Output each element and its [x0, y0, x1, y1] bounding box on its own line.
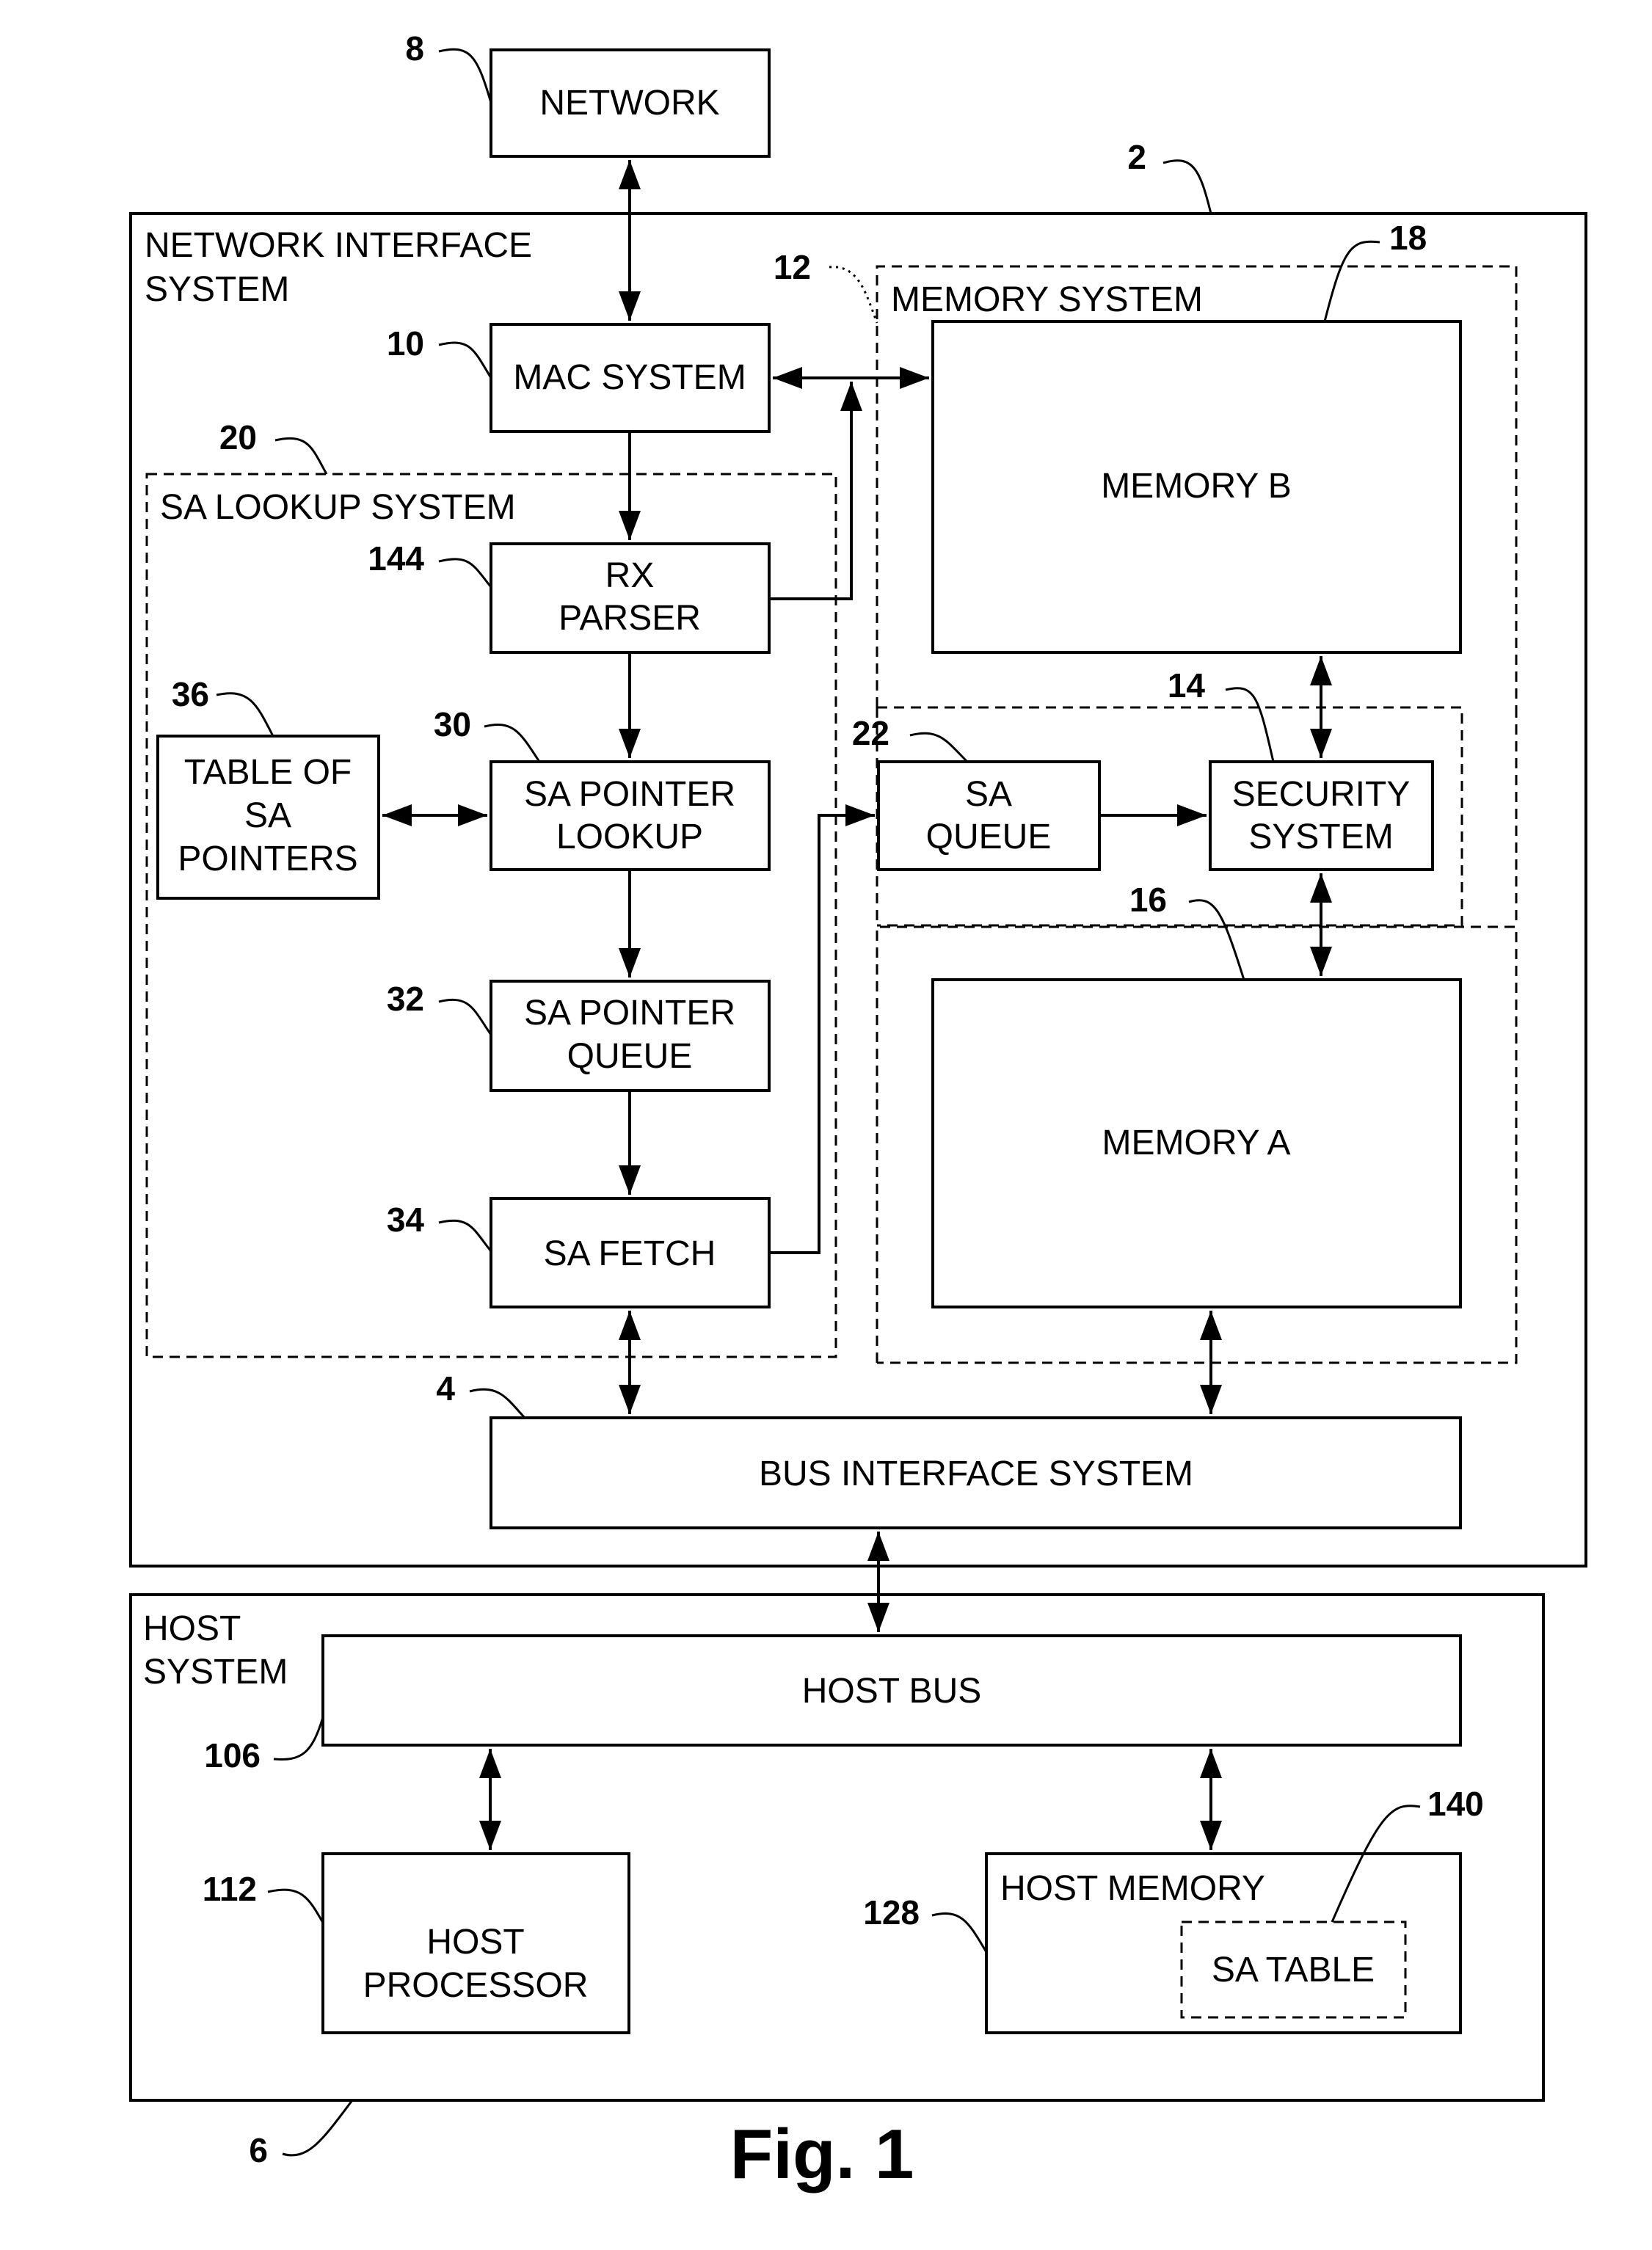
ref-144: 144: [368, 539, 424, 578]
leader-2: [1162, 159, 1212, 214]
ref-2: 2: [1127, 138, 1146, 176]
security-system-line1: SECURITY: [1232, 775, 1411, 814]
leader-6: [282, 2100, 354, 2157]
table-sa-pointers-line2: SA: [244, 796, 291, 835]
ref-22: 22: [852, 714, 889, 752]
rx-parser-label-line1: RX: [605, 556, 655, 595]
host-memory-label: HOST MEMORY: [1000, 1869, 1265, 1908]
mac-system-label: MAC SYSTEM: [513, 358, 746, 397]
ref-106: 106: [204, 1736, 261, 1774]
block-diagram: NETWORK NETWORK INTERFACE SYSTEM MAC SYS…: [129, 29, 1587, 2193]
ref-140: 140: [1427, 1785, 1484, 1823]
sa-queue-line1: SA: [965, 775, 1012, 814]
ref-34: 34: [387, 1201, 425, 1239]
ref-8: 8: [405, 29, 424, 68]
rx-parser-label-line2: PARSER: [558, 599, 701, 638]
host-system-line1: HOST: [143, 1609, 241, 1648]
ref-30: 30: [434, 705, 471, 743]
ref-18: 18: [1389, 219, 1427, 257]
ref-36: 36: [172, 675, 209, 713]
sa-fetch-label: SA FETCH: [544, 1234, 716, 1273]
ref-20: 20: [219, 418, 257, 456]
sa-pointer-queue-line2: QUEUE: [567, 1037, 693, 1076]
sa-lookup-system-label: SA LOOKUP SYSTEM: [160, 488, 516, 527]
table-sa-pointers-line1: TABLE OF: [184, 753, 352, 792]
ref-14: 14: [1168, 666, 1206, 705]
sa-pointer-lookup-line1: SA POINTER: [524, 775, 735, 814]
bus-interface-system-label: BUS INTERFACE SYSTEM: [759, 1455, 1193, 1493]
sa-queue-line2: QUEUE: [926, 818, 1052, 856]
sa-pointer-queue-line1: SA POINTER: [524, 994, 735, 1033]
ref-6: 6: [249, 2131, 268, 2169]
ref-16: 16: [1129, 881, 1167, 919]
host-system-line2: SYSTEM: [143, 1653, 288, 1692]
sa-table-label: SA TABLE: [1212, 1951, 1375, 1989]
sa-pointer-lookup-line2: LOOKUP: [556, 818, 703, 856]
security-system-line2: SYSTEM: [1248, 818, 1393, 856]
nis-label-line2: SYSTEM: [145, 270, 289, 309]
ref-128: 128: [863, 1893, 920, 1932]
table-sa-pointers-line3: POINTERS: [178, 840, 357, 878]
ref-112: 112: [203, 1870, 257, 1908]
network-label: NETWORK: [539, 84, 719, 123]
host-bus-label: HOST BUS: [802, 1672, 982, 1711]
memory-a-label: MEMORY A: [1102, 1124, 1291, 1162]
memory-b-label: MEMORY B: [1101, 467, 1292, 506]
ref-12: 12: [774, 248, 811, 286]
ref-32: 32: [387, 980, 424, 1018]
ref-10: 10: [387, 324, 424, 363]
nis-label-line1: NETWORK INTERFACE: [145, 226, 532, 265]
leader-8: [438, 48, 492, 103]
memory-system-label: MEMORY SYSTEM: [891, 280, 1203, 319]
host-processor-line2: PROCESSOR: [363, 1966, 589, 2005]
ref-4: 4: [436, 1369, 455, 1408]
host-processor-line1: HOST: [426, 1923, 524, 1962]
figure-caption: Fig. 1: [730, 2115, 914, 2193]
